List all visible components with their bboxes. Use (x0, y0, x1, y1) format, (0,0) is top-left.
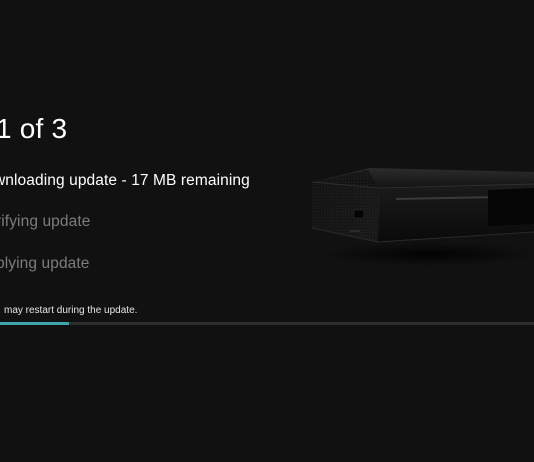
step-verifying: rifying update (0, 213, 91, 230)
update-screen: 1 of 3 wnloading update - 17 MB remainin… (0, 0, 534, 462)
step-applying: plying update (0, 255, 90, 272)
restart-note: may restart during the update. (4, 305, 138, 316)
step-downloading: wnloading update - 17 MB remaining (0, 172, 250, 189)
update-progress-bar (0, 322, 534, 325)
update-progress-fill (0, 322, 70, 325)
step-counter: 1 of 3 (0, 113, 68, 144)
console-icon (300, 160, 534, 270)
